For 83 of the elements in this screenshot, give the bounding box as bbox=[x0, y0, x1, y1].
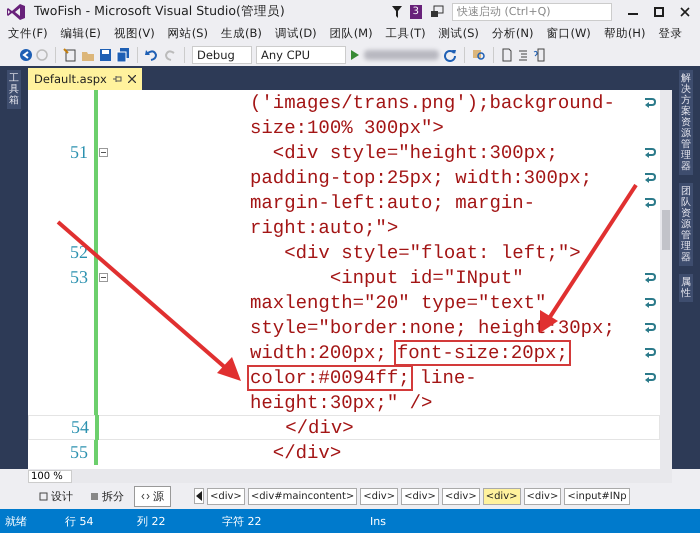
view-tab[interactable]: 拆分 bbox=[83, 486, 131, 506]
code-line: width:200px; bbox=[249, 340, 388, 366]
play-icon[interactable] bbox=[350, 48, 360, 62]
breadcrumb-tag[interactable]: <div> bbox=[401, 488, 439, 504]
code-line: line- bbox=[418, 366, 478, 390]
menu-item[interactable]: 团队(M) bbox=[326, 26, 382, 40]
collapse-icon[interactable] bbox=[98, 148, 108, 157]
code-line: margin-left:auto; margin- bbox=[250, 192, 536, 214]
breadcrumb-tag[interactable]: <div> bbox=[482, 488, 521, 504]
back-icon[interactable] bbox=[20, 48, 32, 62]
menu-item[interactable]: 视图(V) bbox=[110, 26, 164, 40]
close-icon[interactable] bbox=[680, 6, 690, 16]
line-number: 54 bbox=[70, 417, 90, 438]
menu-item[interactable]: 网站(S) bbox=[164, 26, 217, 40]
menu-item[interactable]: 帮助(H) bbox=[600, 26, 654, 40]
menu-item[interactable]: 生成(B) bbox=[216, 26, 271, 40]
sign-in-link[interactable]: 登录 bbox=[654, 26, 692, 40]
source-view-icon bbox=[141, 492, 150, 500]
code-line: </div> bbox=[272, 442, 342, 464]
vertical-scrollbar[interactable] bbox=[660, 90, 672, 469]
left-triangle-icon bbox=[196, 491, 202, 501]
menu-item[interactable]: 调试(D) bbox=[270, 26, 326, 40]
collapse-icon[interactable] bbox=[98, 273, 108, 282]
comment-icon[interactable] bbox=[517, 48, 529, 62]
notification-badge[interactable]: 3 bbox=[410, 4, 422, 18]
document-tab[interactable]: Default.aspx bbox=[28, 68, 142, 90]
design-view-icon bbox=[39, 492, 48, 500]
code-line: ('images/trans.png');background- bbox=[250, 92, 615, 114]
breadcrumb-tag[interactable]: <div> bbox=[360, 488, 398, 504]
menu-item[interactable]: 编辑(E) bbox=[56, 26, 110, 40]
line-number: 51 bbox=[69, 142, 89, 163]
code-line: padding-top:25px; width:300px; bbox=[250, 166, 592, 188]
breadcrumb-tag[interactable]: <div> bbox=[524, 488, 562, 504]
view-tab[interactable]: 设计 bbox=[32, 486, 80, 506]
scroll-left-button[interactable] bbox=[194, 488, 204, 504]
refresh-icon[interactable] bbox=[443, 48, 457, 62]
menu-item[interactable]: 测试(S) bbox=[434, 26, 488, 40]
code-line: <input id="INput" bbox=[328, 266, 524, 288]
highlighted-code: font-size:20px; bbox=[394, 340, 571, 366]
close-icon[interactable] bbox=[128, 75, 136, 83]
line-number: 53 bbox=[69, 267, 89, 288]
code-line: <div style="height:300px; bbox=[272, 142, 558, 164]
code-line: maxlength="20" type="text" bbox=[250, 292, 546, 314]
undo-icon[interactable] bbox=[145, 48, 159, 62]
side-panel-tab[interactable]: 属性 bbox=[679, 274, 693, 302]
highlighted-code: color:#0094ff; bbox=[247, 364, 413, 390]
tab-label: Default.aspx bbox=[34, 72, 107, 86]
status-text: Ins bbox=[370, 514, 387, 528]
breadcrumb-tag[interactable]: <div> bbox=[442, 488, 480, 504]
code-line: </div> bbox=[284, 416, 354, 438]
status-text: 列 22 bbox=[137, 514, 166, 528]
status-text: 字符 22 bbox=[222, 514, 262, 528]
new-project-icon[interactable] bbox=[63, 48, 77, 62]
split-view-icon bbox=[90, 492, 99, 500]
menu-item[interactable]: 工具(T) bbox=[382, 26, 435, 40]
document-icon[interactable] bbox=[501, 48, 513, 62]
breadcrumb-tag[interactable]: <div#maincontent> bbox=[248, 488, 358, 504]
zoom-dropdown[interactable]: 100 % bbox=[28, 470, 72, 482]
code-line: size:100% 300px"> bbox=[250, 116, 444, 138]
window-title: TwoFish - Microsoft Visual Studio(管理员) bbox=[34, 3, 285, 20]
code-line: <div style="float: left;"> bbox=[283, 242, 581, 264]
maximize-icon[interactable] bbox=[654, 6, 664, 16]
menu-item[interactable]: 分析(N) bbox=[488, 26, 542, 40]
configuration-dropdown[interactable]: Debug bbox=[192, 46, 252, 64]
breadcrumb-tag[interactable]: <input#INp bbox=[564, 488, 630, 504]
visual-studio-logo-icon bbox=[6, 2, 26, 20]
view-tab[interactable]: 源 bbox=[134, 486, 171, 506]
side-panel-tab[interactable]: 团队资源管理器 bbox=[679, 183, 693, 266]
save-all-icon[interactable] bbox=[116, 48, 130, 62]
side-panel-tab[interactable]: 工具箱 bbox=[7, 70, 21, 109]
menu-item[interactable]: 窗口(W) bbox=[542, 26, 600, 40]
platform-dropdown[interactable]: Any CPU bbox=[256, 46, 346, 64]
status-text: 就绪 bbox=[5, 514, 28, 528]
breadcrumb-tag[interactable]: <div> bbox=[207, 488, 245, 504]
menu-item[interactable]: 文件(F) bbox=[4, 26, 57, 40]
save-icon[interactable] bbox=[99, 48, 112, 62]
pin-icon[interactable] bbox=[112, 74, 122, 84]
side-panel-tab[interactable]: 解决方案资源管理器 bbox=[679, 70, 693, 175]
code-line: height:30px;" /> bbox=[250, 392, 432, 414]
line-number: 55 bbox=[69, 442, 89, 463]
status-text: 行 54 bbox=[65, 514, 94, 528]
code-line: right:auto;"> bbox=[250, 216, 398, 238]
quick-launch-field[interactable]: 快速启动 (Ctrl+Q) bbox=[452, 2, 612, 20]
